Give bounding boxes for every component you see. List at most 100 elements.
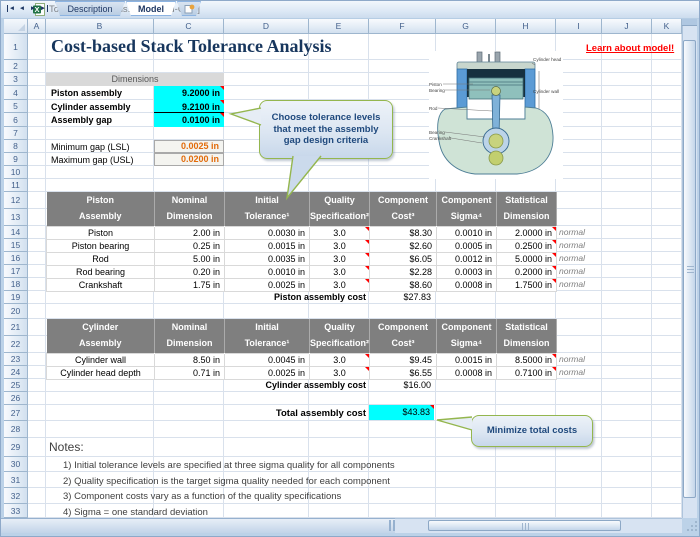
row-header-5[interactable]: 5 <box>4 100 28 113</box>
column-header-A[interactable]: A <box>28 19 46 34</box>
column-header-H[interactable]: H <box>496 19 556 34</box>
piston-table-header[interactable]: Component <box>437 192 497 209</box>
column-header-K[interactable]: K <box>652 19 682 34</box>
row-header-14[interactable]: 14 <box>4 226 28 239</box>
column-header-J[interactable]: J <box>602 19 652 34</box>
cell-max-gap-value[interactable]: 0.0200 in <box>154 153 224 166</box>
cell-component-sigma[interactable]: 0.0008 in <box>437 366 497 379</box>
cell-quality-specification[interactable]: 3.0 <box>310 265 370 278</box>
piston-table-row[interactable]: Piston bearing 0.25 in 0.0015 in 3.0 $2.… <box>47 239 557 252</box>
column-header-D[interactable]: D <box>224 19 309 34</box>
cell-component-name[interactable]: Rod <box>47 252 155 265</box>
piston-table-header[interactable]: Dimension <box>155 209 225 226</box>
cell-component-cost[interactable]: $9.45 <box>370 353 437 366</box>
cylinder-table-header[interactable]: Dimension <box>497 336 557 353</box>
tab-description[interactable]: Description <box>55 1 125 16</box>
piston-total-value[interactable]: $27.83 <box>369 291 431 304</box>
cell-component-cost[interactable]: $8.30 <box>370 226 437 239</box>
cell-statistical-dimension[interactable]: 2.0000 in <box>497 226 557 239</box>
row-header-18[interactable]: 18 <box>4 278 28 291</box>
cylinder-table-header[interactable]: Tolerance¹ <box>225 336 310 353</box>
vertical-scrollbar-thumb[interactable] <box>683 40 696 498</box>
cell-initial-tolerance[interactable]: 0.0015 in <box>225 239 310 252</box>
row-header-23[interactable]: 23 <box>4 353 28 366</box>
cell-nominal-dimension[interactable]: 2.00 in <box>155 226 225 239</box>
row-header-31[interactable]: 31 <box>4 472 28 488</box>
piston-table-row[interactable]: Crankshaft 1.75 in 0.0025 in 3.0 $8.60 0… <box>47 278 557 291</box>
notes-heading[interactable]: Notes: <box>49 440 84 454</box>
vertical-split-handle[interactable] <box>682 19 697 26</box>
cell-component-sigma[interactable]: 0.0005 in <box>437 239 497 252</box>
cell-nominal-dimension[interactable]: 0.71 in <box>155 366 225 379</box>
cylinder-table-header[interactable]: Specification² <box>310 336 370 353</box>
resize-grip[interactable] <box>682 518 700 533</box>
column-header-I[interactable]: I <box>556 19 602 34</box>
first-sheet-button[interactable]: ◄ <box>6 3 16 14</box>
row-header-4[interactable]: 4 <box>4 86 28 100</box>
cell-component-name[interactable]: Crankshaft <box>47 278 155 291</box>
cell-max-gap-label[interactable]: Maximum gap (USL) <box>51 154 156 167</box>
cell-component-name[interactable]: Rod bearing <box>47 265 155 278</box>
cylinder-table-header[interactable]: Component <box>370 319 437 336</box>
cell-nominal-dimension[interactable]: 8.50 in <box>155 353 225 366</box>
cell-piston-assembly-value[interactable]: 9.2000 in <box>154 86 224 100</box>
row-header-27[interactable]: 27 <box>4 405 28 421</box>
row-header-10[interactable]: 10 <box>4 166 28 179</box>
piston-table-row[interactable]: Rod 5.00 in 0.0035 in 3.0 $6.05 0.0012 i… <box>47 252 557 265</box>
cell-cylinder-assembly-value[interactable]: 9.2100 in <box>154 100 224 113</box>
row-header-33[interactable]: 33 <box>4 504 28 518</box>
row-header-24[interactable]: 24 <box>4 366 28 379</box>
cell-component-sigma[interactable]: 0.0003 in <box>437 265 497 278</box>
cell-component-cost[interactable]: $6.05 <box>370 252 437 265</box>
column-header-C[interactable]: C <box>154 19 224 34</box>
note-item[interactable]: 3) Component costs vary as a function of… <box>63 489 493 505</box>
prev-sheet-button[interactable]: ◄ <box>17 3 27 14</box>
cylinder-table-header[interactable]: Nominal <box>155 319 225 336</box>
cylinder-table-header[interactable]: Statistical <box>497 319 557 336</box>
cell-initial-tolerance[interactable]: 0.0035 in <box>225 252 310 265</box>
row-header-19[interactable]: 19 <box>4 291 28 304</box>
piston-table-header[interactable]: Nominal <box>155 192 225 209</box>
cell-component-sigma[interactable]: 0.0015 in <box>437 353 497 366</box>
cell-statistical-dimension[interactable]: 1.7500 in <box>497 278 557 291</box>
dimensions-section-header[interactable]: Dimensions <box>46 73 224 86</box>
cell-initial-tolerance[interactable]: 0.0045 in <box>225 353 310 366</box>
cell-statistical-dimension[interactable]: 0.2500 in <box>497 239 557 252</box>
note-item[interactable]: 1) Initial tolerance levels are specifie… <box>63 458 493 474</box>
piston-table-header[interactable]: Component <box>370 192 437 209</box>
row-header-6[interactable]: 6 <box>4 113 28 127</box>
piston-table-header[interactable]: Specification² <box>310 209 370 226</box>
row-header-20[interactable]: 20 <box>4 304 28 319</box>
minimize-callout[interactable]: Minimize total costs <box>471 415 593 447</box>
cell-component-name[interactable]: Piston bearing <box>47 239 155 252</box>
piston-table-header[interactable]: Sigma⁴ <box>437 209 497 226</box>
tab-model[interactable]: Model <box>126 1 176 16</box>
cylinder-table-row[interactable]: Cylinder wall 8.50 in 0.0045 in 3.0 $9.4… <box>47 353 557 366</box>
column-header-G[interactable]: G <box>436 19 496 34</box>
cell-nominal-dimension[interactable]: 0.20 in <box>155 265 225 278</box>
cylinder-total-label[interactable]: Cylinder assembly cost <box>224 379 366 392</box>
cell-initial-tolerance[interactable]: 0.0030 in <box>225 226 310 239</box>
cell-component-sigma[interactable]: 0.0008 in <box>437 278 497 291</box>
row-header-9[interactable]: 9 <box>4 153 28 166</box>
cylinder-table-header[interactable]: Dimension <box>155 336 225 353</box>
cylinder-table-header[interactable]: Quality <box>310 319 370 336</box>
cell-component-cost[interactable]: $8.60 <box>370 278 437 291</box>
cell-component-cost[interactable]: $2.28 <box>370 265 437 278</box>
cell-quality-specification[interactable]: 3.0 <box>310 278 370 291</box>
row-header-2[interactable]: 2 <box>4 60 28 73</box>
piston-table-row[interactable]: Rod bearing 0.20 in 0.0010 in 3.0 $2.28 … <box>47 265 557 278</box>
cell-statistical-dimension[interactable]: 0.7100 in <box>497 366 557 379</box>
horizontal-scrollbar-thumb[interactable] <box>428 520 621 531</box>
cell-statistical-dimension[interactable]: 5.0000 in <box>497 252 557 265</box>
note-item[interactable]: 2) Quality specification is the target s… <box>63 474 493 490</box>
cell-piston-assembly-label[interactable]: Piston assembly <box>51 86 156 100</box>
row-header-28[interactable]: 28 <box>4 421 28 438</box>
engine-cross-section-image[interactable]: Piston Bearing Rod Bearing Crankshaft Cy… <box>429 51 563 179</box>
cylinder-table-row[interactable]: Cylinder head depth 0.71 in 0.0025 in 3.… <box>47 366 557 379</box>
total-assembly-cost-value[interactable]: $43.83 <box>369 405 434 420</box>
cell-quality-specification[interactable]: 3.0 <box>310 366 370 379</box>
next-sheet-button[interactable]: ► <box>28 3 38 14</box>
row-header-21[interactable]: 21 <box>4 319 28 336</box>
cell-quality-specification[interactable]: 3.0 <box>310 226 370 239</box>
